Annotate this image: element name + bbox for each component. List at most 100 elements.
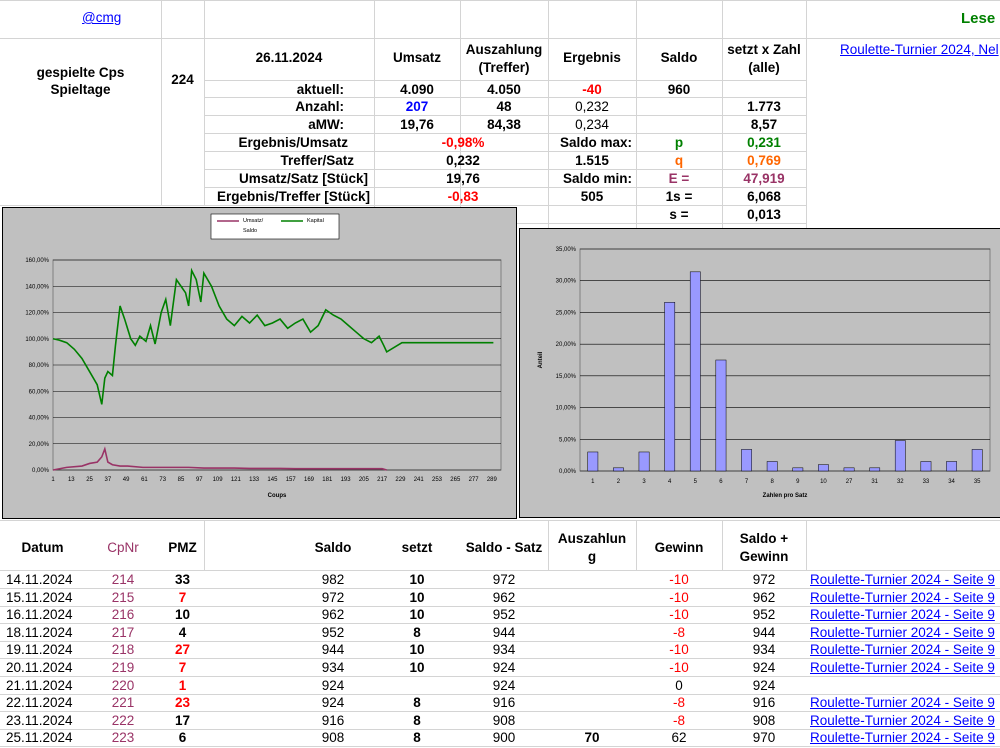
x-tick-label: 229 — [395, 477, 406, 483]
cell-link[interactable]: Roulette-Turnier 2024 - Seite 9 — [810, 695, 1000, 710]
th-auszahlung: Auszahlun — [557, 531, 627, 546]
summary-date: 26.11.2024 — [255, 50, 323, 65]
cell-setzt: 10 — [409, 642, 425, 658]
cell-saldo-gewinn: 944 — [752, 624, 776, 640]
saldo-min-label: Saldo min: — [562, 171, 632, 186]
cell-pmz: 33 — [174, 572, 191, 587]
cell-cpnr: 220 — [111, 677, 135, 693]
x-tick-label: 9 — [796, 479, 800, 485]
cell-link[interactable]: Roulette-Turnier 2024 - Seite 9 — [810, 730, 1000, 745]
cell-saldo: 952 — [321, 624, 345, 640]
cell-gewinn: -8 — [672, 695, 685, 711]
y-tick-label: 60,00% — [29, 389, 50, 395]
th-datum: Datum — [21, 540, 64, 555]
cell-cpnr: 214 — [111, 572, 135, 587]
s-label: s = — [669, 207, 689, 222]
cell-gewinn: -10 — [669, 642, 689, 658]
p-label: p — [674, 135, 684, 150]
cell-link[interactable]: Roulette-Turnier 2024 - Seite 9 — [810, 642, 1000, 657]
bar-10 — [818, 464, 829, 472]
cell-saldo-satz: 962 — [492, 589, 516, 605]
col-auszahlung: Auszahlung — [465, 42, 543, 57]
th-pmz: PMZ — [168, 540, 197, 555]
x-tick-label: 32 — [897, 479, 904, 485]
x-axis-label: Coups — [268, 493, 287, 499]
cell-gewinn: -10 — [669, 589, 689, 605]
cmg-link[interactable]: @cmg — [82, 10, 121, 25]
x-tick-label: 1 — [591, 479, 595, 485]
row-aktuell-auszahlung: 4.050 — [487, 82, 521, 97]
cell-pmz: 6 — [178, 730, 187, 746]
cell-cpnr: 218 — [111, 642, 135, 658]
cell-gewinn: -10 — [669, 607, 689, 623]
cell-cpnr: 221 — [111, 695, 135, 711]
ergebnis-umsatz-label: Ergebnis/Umsatz — [238, 135, 348, 150]
x-tick-label: 85 — [178, 477, 185, 483]
legend-label-umsatz: Umsatz/ — [243, 218, 264, 224]
row-aktuell-umsatz: 4.090 — [400, 82, 434, 97]
cell-cpnr: 217 — [111, 624, 135, 640]
row-anzahl-ergebnis: 0,232 — [575, 99, 609, 114]
row-anzahl-auszahlung: 48 — [496, 99, 512, 114]
x-tick-label: 217 — [377, 477, 388, 483]
cell-auszahlung: 70 — [584, 730, 600, 746]
cell-setzt: 8 — [413, 695, 421, 711]
row-anzahl-umsatz: 207 — [405, 99, 429, 114]
x-tick-label: 3 — [642, 479, 646, 485]
y-tick-label: 160,00% — [25, 258, 49, 264]
cell-setzt: 10 — [409, 607, 425, 623]
cell-setzt: 8 — [413, 624, 421, 640]
y-tick-label: 15,00% — [556, 374, 577, 380]
cell-saldo-satz: 944 — [492, 624, 516, 640]
bar-chart-box[interactable]: 0,00% 5,00% 10,00% 15,00% 20,00% 25,00% 30,00%… — [519, 228, 1000, 518]
ergebnis-treffer-value: -0,83 — [447, 189, 479, 204]
p-value: 0,231 — [747, 135, 781, 150]
cell-pmz: 1 — [178, 677, 187, 693]
cell-datum: 23.11.2024 — [6, 712, 73, 728]
q-label: q — [674, 153, 684, 168]
cell-saldo: 972 — [321, 589, 345, 605]
plot-area — [579, 248, 991, 472]
cell-saldo: 924 — [321, 677, 345, 693]
x-tick-label: 109 — [213, 477, 224, 483]
cell-saldo-satz: 916 — [492, 695, 516, 711]
x-tick-label: 265 — [450, 477, 461, 483]
cell-saldo-satz: 952 — [492, 607, 516, 623]
cell-datum: 21.11.2024 — [6, 677, 73, 693]
cell-link[interactable]: Roulette-Turnier 2024 - Seite 9 — [810, 607, 1000, 622]
x-tick-label: 241 — [414, 477, 425, 483]
ergebnis-treffer-label: Ergebnis/Treffer [Stück] — [216, 189, 370, 204]
cell-saldo: 916 — [321, 712, 345, 728]
cell-datum: 19.11.2024 — [6, 642, 73, 658]
treffer-satz-label: Treffer/Satz — [280, 153, 354, 168]
cell-gewinn: 0 — [675, 677, 683, 693]
cell-link[interactable]: Roulette-Turnier 2024 - Seite 9 — [810, 625, 1000, 640]
cell-link[interactable]: Roulette-Turnier 2024 - Seite 9 — [810, 713, 1000, 728]
bar-4 — [664, 302, 676, 472]
cell-pmz: 17 — [174, 712, 191, 728]
row-amw-label: aMW: — [308, 117, 344, 132]
row-amw-setzt: 8,57 — [750, 117, 778, 132]
line-chart-box[interactable]: 0,00% 20,00% 40,00% 60,00% 80,00% 100,00% 120,… — [2, 207, 517, 519]
legend-label-saldo: Saldo — [243, 228, 257, 234]
y-tick-label: 0,00% — [32, 468, 50, 474]
line-chart: 0,00% 20,00% 40,00% 60,00% 80,00% 100,00% 120,… — [25, 213, 502, 499]
cell-saldo: 944 — [321, 642, 345, 658]
bar-32 — [894, 440, 906, 472]
bar-27 — [843, 467, 855, 472]
turnier-link[interactable]: Roulette-Turnier 2024, Nel — [840, 42, 999, 57]
x-tick-label: 25 — [86, 477, 93, 483]
col-saldo: Saldo — [660, 50, 698, 65]
cell-link[interactable]: Roulette-Turnier 2024 - Seite 9 — [810, 590, 1000, 605]
cell-pmz: 4 — [178, 624, 187, 640]
cell-saldo: 982 — [321, 572, 345, 587]
th-setzt: setzt — [401, 540, 433, 555]
cell-link[interactable]: Roulette-Turnier 2024 - Seite 9 — [810, 660, 1000, 675]
x-tick-label: 289 — [487, 477, 498, 483]
x-tick-label: 169 — [304, 477, 315, 483]
x-tick-label: 97 — [196, 477, 203, 483]
saldo-max-value: 1.515 — [575, 153, 609, 168]
bar-31 — [869, 467, 881, 472]
col-setzt-alle: (alle) — [748, 60, 780, 75]
cell-link[interactable]: Roulette-Turnier 2024 - Seite 9 — [810, 572, 1000, 587]
